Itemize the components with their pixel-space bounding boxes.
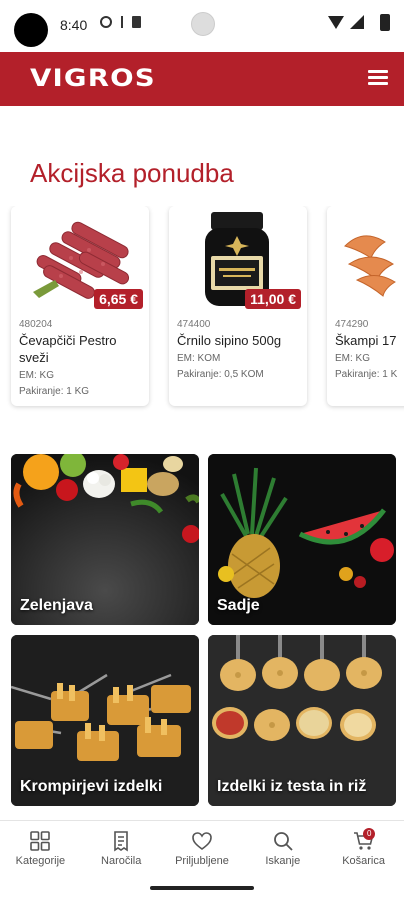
status-bar: 8:40 xyxy=(0,0,404,52)
nav-search[interactable]: Iskanje xyxy=(242,821,323,876)
grid-icon xyxy=(30,831,51,851)
nav-label: Naročila xyxy=(101,855,142,867)
signal-icon xyxy=(350,15,364,29)
category-label: Zelenjava xyxy=(20,597,93,614)
dnd-icon xyxy=(100,16,112,28)
product-unit: EM: KG xyxy=(19,370,55,381)
hamburger-menu-icon[interactable] xyxy=(368,70,388,86)
camera-cutout xyxy=(14,13,48,47)
status-notification-icons xyxy=(100,16,141,28)
battery-icon xyxy=(380,14,390,31)
category-label: Izdelki iz testa in riž xyxy=(217,778,367,795)
product-card[interactable]: 474290 Škampi 17 EM: KG Pakiranje: 1 K xyxy=(327,206,404,406)
nav-label: Košarica xyxy=(342,855,385,867)
product-card[interactable]: 6,65 € 480204 Čevapčiči Pestro sveži EM:… xyxy=(11,206,149,406)
category-label: Sadje xyxy=(217,597,260,614)
status-time: 8:40 xyxy=(60,17,88,33)
vigros-logo[interactable]: VIGROS xyxy=(30,64,156,92)
price-badge: 11,00 € xyxy=(245,289,301,309)
section-title: Akcijska ponudba xyxy=(30,158,234,188)
data-saver-icon xyxy=(118,16,126,28)
home-gesture-bar[interactable] xyxy=(150,886,254,890)
app-header: VIGROS xyxy=(0,52,404,106)
product-name: Črnilo sipino 500g xyxy=(177,333,282,348)
nav-categories[interactable]: Kategorije xyxy=(0,821,81,876)
bottom-navigation: Kategorije Naročila Priljubljene Iskanje xyxy=(0,820,404,876)
category-tile-vegetables[interactable]: Zelenjava xyxy=(11,454,199,625)
nav-favorites[interactable]: Priljubljene xyxy=(162,821,243,876)
search-icon xyxy=(273,832,293,851)
nav-label: Priljubljene xyxy=(175,855,229,867)
product-code: 474290 xyxy=(335,319,369,330)
product-card[interactable]: 11,00 € 474400 Črnilo sipino 500g EM: KO… xyxy=(169,206,307,406)
product-packaging: Pakiranje: 0,5 KOM xyxy=(177,369,264,380)
promo-carousel[interactable]: 6,65 € 480204 Čevapčiči Pestro sveži EM:… xyxy=(0,206,404,416)
product-name: Čevapčiči Pestro sveži xyxy=(19,333,117,365)
product-code: 480204 xyxy=(19,319,53,330)
product-packaging: Pakiranje: 1 KG xyxy=(19,386,90,397)
nav-cart[interactable]: 0 Košarica xyxy=(323,821,404,876)
wifi-icon xyxy=(328,15,344,29)
receipt-icon xyxy=(114,831,128,852)
category-tile-potato-products[interactable]: Krompirjevi izdelki xyxy=(11,635,199,806)
sim-card-icon xyxy=(132,16,141,28)
product-name: Škampi 17 xyxy=(335,333,397,348)
product-unit: EM: KG xyxy=(335,353,371,364)
front-camera xyxy=(191,12,215,36)
product-packaging: Pakiranje: 1 K xyxy=(335,369,398,380)
category-tile-pasta-rice[interactable]: Izdelki iz testa in riž xyxy=(208,635,396,806)
nav-label: Iskanje xyxy=(265,855,301,867)
heart-icon xyxy=(192,832,212,850)
product-image-shrimp xyxy=(327,206,404,312)
status-connectivity xyxy=(328,15,364,29)
gesture-area xyxy=(0,876,404,900)
category-tile-fruit[interactable]: Sadje xyxy=(208,454,396,625)
price-badge: 6,65 € xyxy=(94,289,143,309)
product-code: 474400 xyxy=(177,319,211,330)
nav-label: Kategorije xyxy=(15,855,66,867)
product-unit: EM: KOM xyxy=(177,353,221,364)
nav-orders[interactable]: Naročila xyxy=(81,821,162,876)
category-label: Krompirjevi izdelki xyxy=(20,778,163,795)
